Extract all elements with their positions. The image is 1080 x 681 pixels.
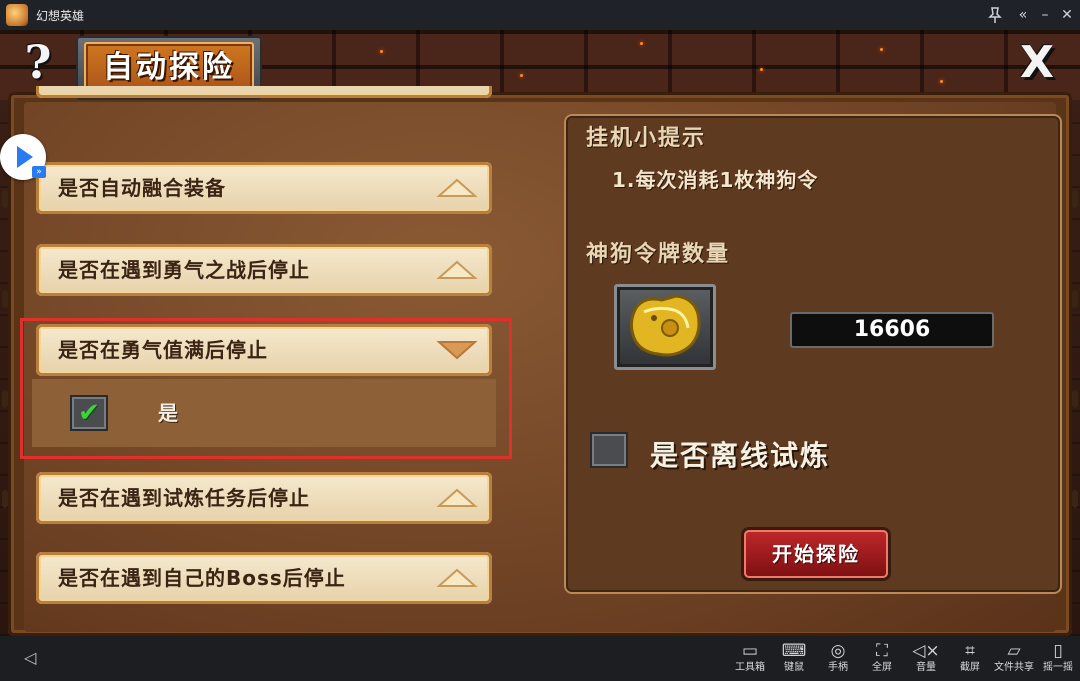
minimize-icon[interactable]: – — [1034, 4, 1056, 26]
option-stop-after-trial-task[interactable]: 是否在遇到试炼任务后停止 — [36, 472, 492, 524]
collapse-icon[interactable]: « — [1012, 4, 1034, 26]
help-button[interactable]: ? — [18, 38, 58, 86]
offline-trial-label: 是否离线试炼 — [650, 439, 831, 472]
option-label: 是否在遇到勇气之战后停止 — [58, 258, 310, 282]
chevron-up-icon — [436, 178, 478, 197]
option-stop-after-courage-battle[interactable]: 是否在遇到勇气之战后停止 — [36, 244, 492, 296]
keyboard-icon: ⌨ — [781, 641, 807, 661]
highlight-annotation-box — [20, 318, 512, 459]
chevron-up-icon — [436, 488, 478, 507]
emulator-title-bar: 幻想英雄 « – ✕ — [0, 0, 1080, 30]
toolbar-volume[interactable]: ◁× 音量 — [904, 640, 948, 680]
app-icon — [6, 4, 28, 26]
app-title: 幻想英雄 — [36, 9, 85, 23]
close-button[interactable]: X — [1012, 40, 1062, 86]
option-label: 是否在遇到自己的Boss后停止 — [58, 566, 346, 590]
option-label: 是否在遇到试炼任务后停止 — [58, 486, 310, 510]
toolbar-toolbox[interactable]: ▭ 工具箱 — [728, 640, 772, 680]
fullscreen-icon: ⛶ — [876, 641, 888, 661]
folder-icon: ▱ — [1007, 641, 1021, 661]
chevron-up-icon — [436, 568, 478, 587]
back-icon[interactable]: ◁ — [24, 648, 36, 667]
toolbox-icon: ▭ — [741, 641, 759, 661]
fast-forward-icon: » — [32, 166, 46, 178]
gamepad-icon: ◎ — [830, 641, 846, 661]
toolbar-fullscreen[interactable]: ⛶ 全屏 — [860, 640, 904, 680]
toolbar-gamepad[interactable]: ◎ 手柄 — [816, 640, 860, 680]
toolbar-screenshot[interactable]: ⌗ 截屏 — [948, 640, 992, 680]
dog-token-icon — [614, 284, 716, 370]
pin-icon[interactable] — [984, 4, 1006, 26]
emulator-toolbar: ◁ ▭ 工具箱 ⌨ 键鼠 ◎ 手柄 ⛶ 全屏 ◁× 音量 ⌗ 截屏 ▱ 文件共享… — [0, 636, 1080, 681]
toolbar-shake[interactable]: ▯ 摇一摇 — [1036, 640, 1080, 680]
offline-trial-checkbox[interactable] — [590, 432, 628, 468]
toolbar-keyboard-mouse[interactable]: ⌨ 键鼠 — [772, 640, 816, 680]
start-adventure-button[interactable]: 开始探险 — [744, 530, 888, 578]
option-label: 是否自动融合装备 — [58, 176, 226, 200]
option-stop-after-own-boss[interactable]: 是否在遇到自己的Boss后停止 — [36, 552, 492, 604]
tips-title: 挂机小提示 — [586, 126, 707, 151]
option-auto-fuse-equipment[interactable]: 是否自动融合装备 — [36, 162, 492, 214]
crop-icon: ⌗ — [965, 641, 975, 661]
option-item-partial[interactable] — [36, 86, 492, 98]
chevron-up-icon — [436, 260, 478, 279]
shake-icon: ▯ — [1053, 641, 1063, 661]
token-count-display: 16606 — [790, 312, 994, 348]
tips-line: 1.每次消耗1枚神狗令 — [612, 168, 819, 192]
toolbar-file-share[interactable]: ▱ 文件共享 — [992, 640, 1036, 680]
volume-icon: ◁× — [912, 641, 940, 661]
close-window-icon[interactable]: ✕ — [1056, 4, 1078, 26]
token-count-title: 神狗令牌数量 — [586, 242, 731, 267]
